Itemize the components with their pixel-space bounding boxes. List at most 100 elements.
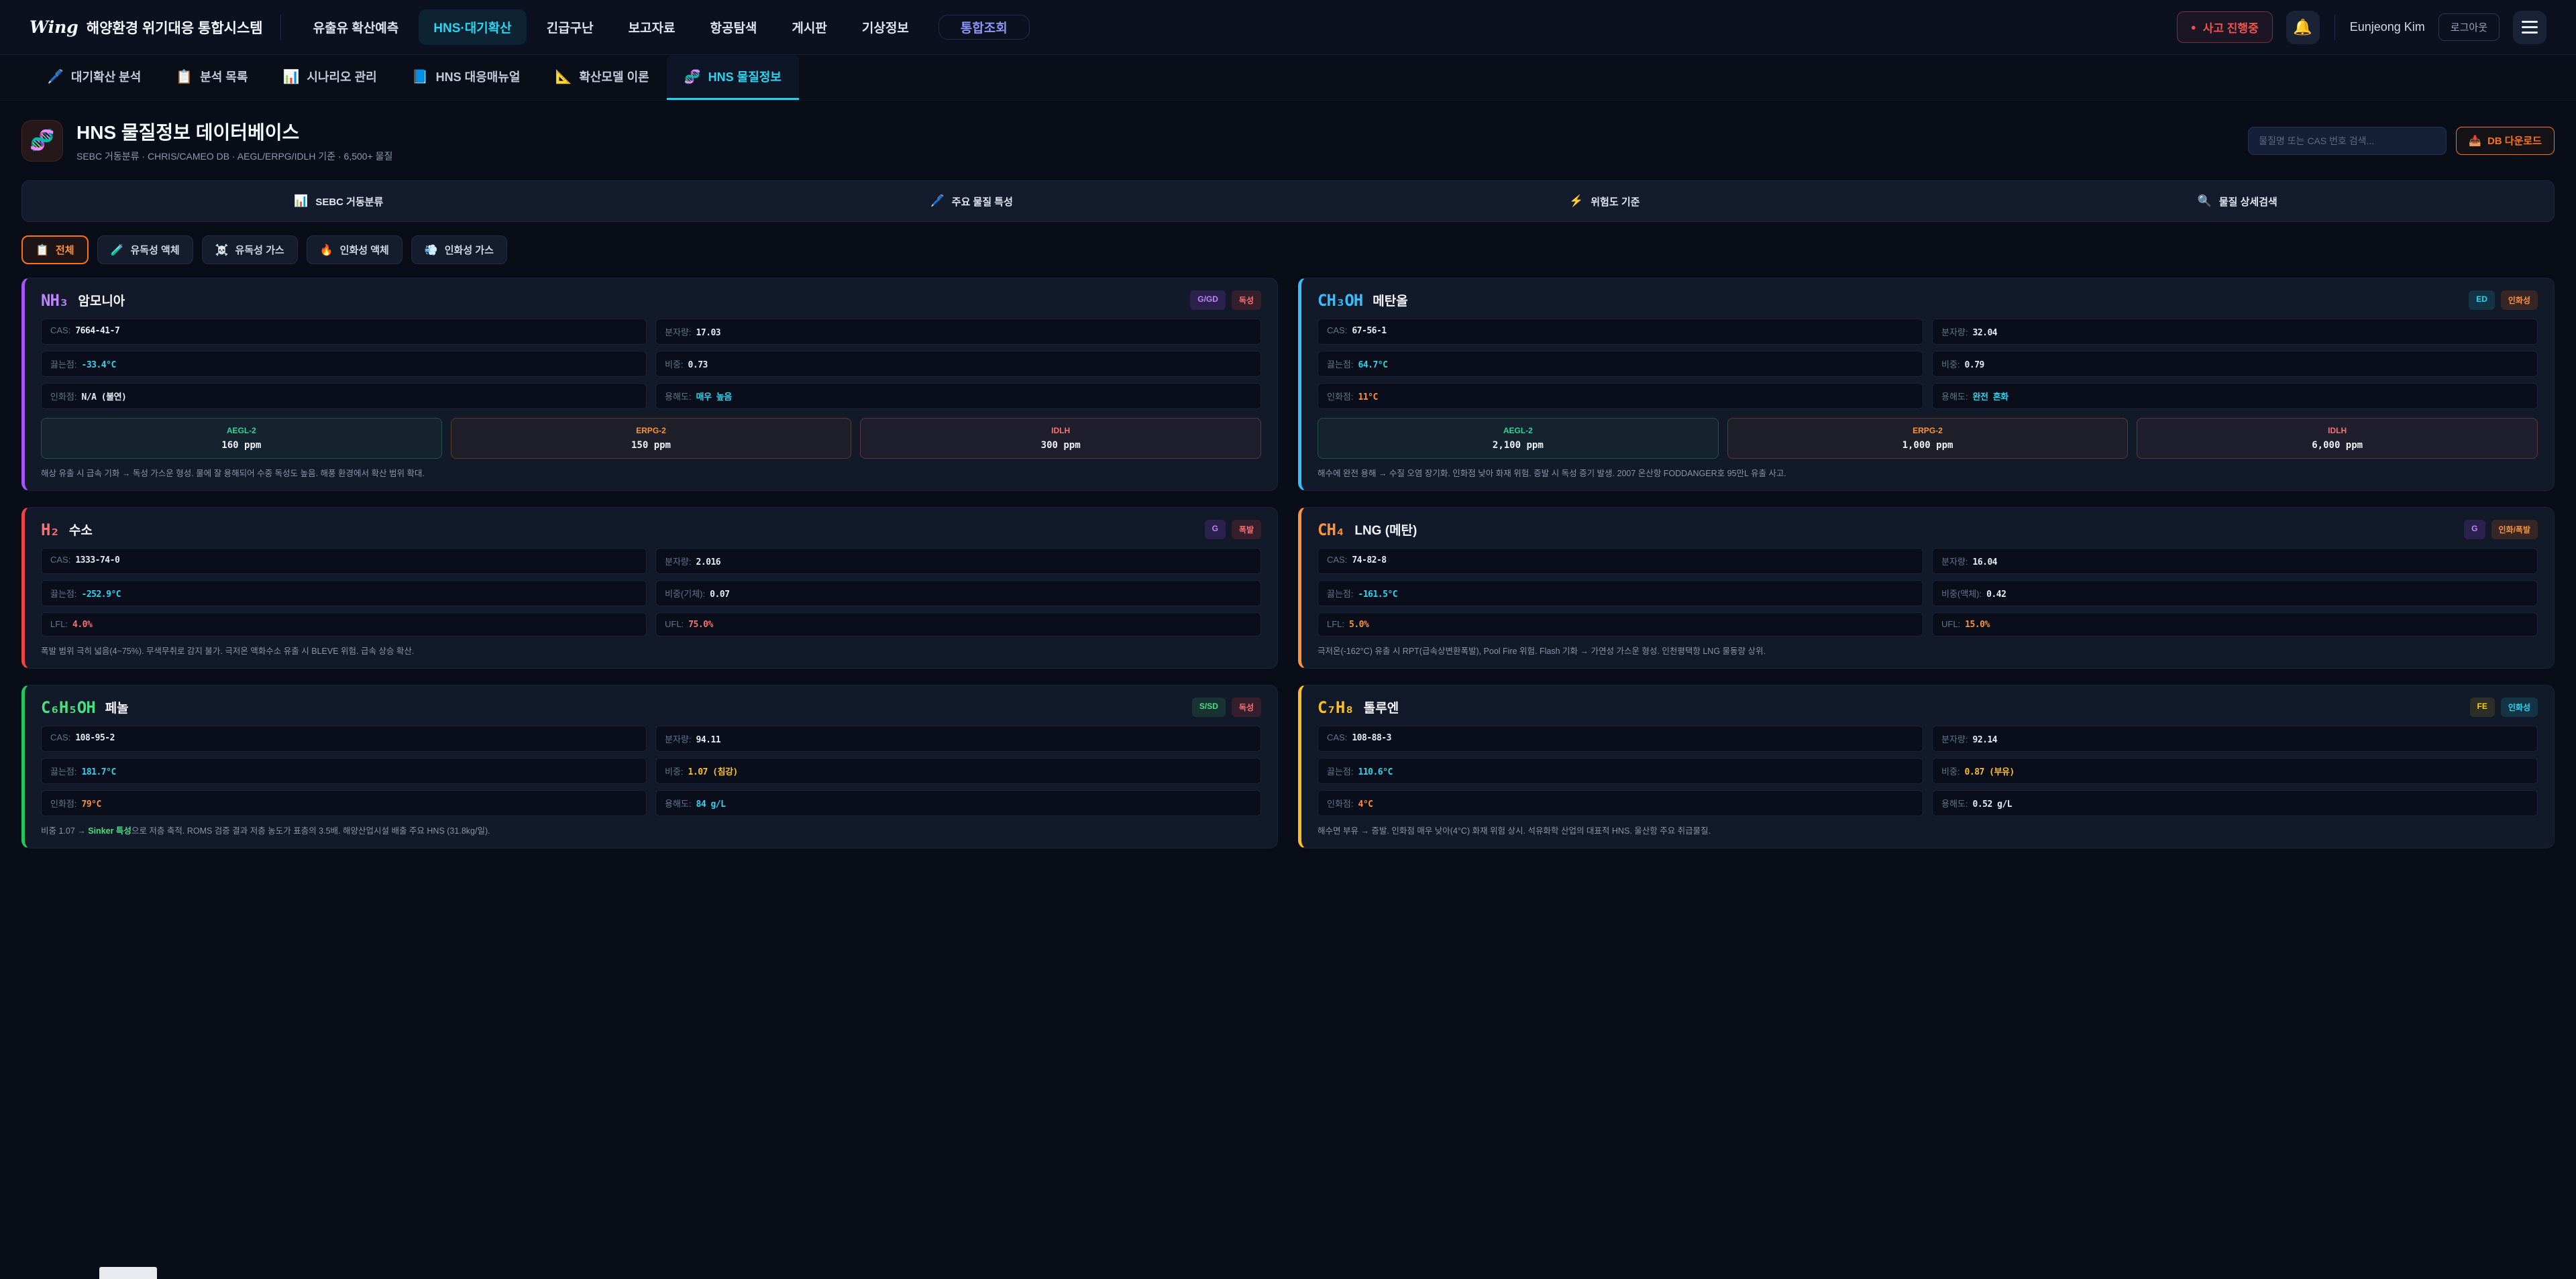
property-field-molweight: 분자량:32.04 <box>1932 319 2538 345</box>
hamburger-icon <box>2522 21 2538 34</box>
field-value: 0.07 <box>710 590 729 600</box>
substance-card-toluene[interactable]: C₇H₈ 톨루엔 FE 인화성 CAS:108-88-3 분자량:92.14 끓… <box>1298 685 2555 848</box>
property-field-molweight: 분자량:94.11 <box>655 726 1261 752</box>
chemical-formula: H₂ <box>41 520 59 539</box>
field-value: 32.04 <box>1973 328 1998 338</box>
subtab-analysis-list[interactable]: 📋 분석 목록 <box>158 55 265 100</box>
field-label: 끓는점: <box>50 765 77 777</box>
filter-chip-all[interactable]: 📋 전체 <box>21 235 89 264</box>
page-header: 🧬 HNS 물질정보 데이터베이스 SEBC 거동분류 · CHRIS/CAME… <box>0 101 2576 175</box>
property-field-solubility: 용해도:84 g/L <box>655 790 1261 816</box>
section-tab-risk-criteria[interactable]: ⚡ 위험도 기준 <box>1288 181 1921 221</box>
card-header: NH₃ 암모니아 G/GD 독성 <box>41 290 1261 310</box>
user-name: Eunjeong Kim <box>2350 20 2425 34</box>
aegl-threshold: AEGL-22,100 ppm <box>1318 418 1719 459</box>
logout-button[interactable]: 로그아웃 <box>2438 13 2500 41</box>
card-header: CH₄ LNG (메탄) G 인화/폭발 <box>1318 520 2538 539</box>
test-tube-icon: 🧪 <box>111 243 124 257</box>
nav-item-oil-spill-prediction[interactable]: 유출유 확산예측 <box>299 9 414 45</box>
topbar-right-cluster: ● 사고 진행중 🔔 Eunjeong Kim 로그아웃 <box>2177 11 2546 44</box>
section-tab-sebc-classification[interactable]: 📊 SEBC 거동분류 <box>22 181 655 221</box>
property-field-ufl: UFL:75.0% <box>655 612 1261 636</box>
substance-card-hydrogen[interactable]: H₂ 수소 G 폭발 CAS:1333-74-0 분자량:2.016 끓는점:-… <box>21 507 1278 669</box>
field-label: CAS: <box>1327 732 1347 742</box>
property-fields: CAS:67-56-1 분자량:32.04 끓는점:64.7°C 비중:0.79… <box>1318 319 2538 409</box>
property-field-boiling-point: 끓는점:-161.5°C <box>1318 580 1923 606</box>
section-tab-key-properties[interactable]: 🖊️ 주요 물질 특성 <box>655 181 1289 221</box>
subtab-diffusion-model-theory[interactable]: 📐 확산모델 이론 <box>537 55 666 100</box>
subtab-label: 분석 목록 <box>200 68 248 85</box>
dna-icon: 🧬 <box>684 68 701 85</box>
field-value: 15.0% <box>1965 620 1990 630</box>
stray-overlay-box <box>99 1267 157 1279</box>
field-value: -252.9°C <box>82 590 121 600</box>
nav-item-emergency-rescue[interactable]: 긴급구난 <box>532 9 608 45</box>
substance-note: 해수에 완전 용해 → 수질 오염 장기화. 인화점 낮아 화재 위험. 증발 … <box>1318 467 2538 480</box>
magnifier-icon: 🔍 <box>2198 194 2212 208</box>
section-tab-detail-search[interactable]: 🔍 물질 상세검색 <box>1921 181 2555 221</box>
filter-chip-flammable-gas[interactable]: 💨 인화성 가스 <box>411 235 507 264</box>
card-header: C₇H₈ 톨루엔 FE 인화성 <box>1318 698 2538 717</box>
idlh-threshold: IDLH 300 ppm <box>860 418 1261 459</box>
subtab-scenario-management[interactable]: 📊 시나리오 관리 <box>265 55 394 100</box>
nav-item-hns-atmospheric[interactable]: HNS·대기확산 <box>419 9 526 45</box>
field-label: 비중(액체): <box>1941 587 1982 600</box>
field-label: 비중: <box>665 357 684 370</box>
page-subtitle: SEBC 거동분류 · CHRIS/CAMEO DB · AEGL/ERPG/I… <box>76 150 392 163</box>
substance-search-input[interactable] <box>2248 127 2447 155</box>
field-value: 67-56-1 <box>1352 326 1386 336</box>
sebc-badge: G <box>2464 520 2485 539</box>
substance-card-lng-methane[interactable]: CH₄ LNG (메탄) G 인화/폭발 CAS:74-82-8 분자량:16.… <box>1298 507 2555 669</box>
chemical-formula: C₇H₈ <box>1318 698 1354 717</box>
menu-button[interactable] <box>2513 11 2546 44</box>
nav-item-weather[interactable]: 기상정보 <box>847 9 924 45</box>
nav-item-aerial-search[interactable]: 항공탐색 <box>695 9 771 45</box>
substance-card-phenol[interactable]: C₆H₅OH 페놀 S/SD 독성 CAS:108-95-2 분자량:94.11… <box>21 685 1278 848</box>
field-label: 비중: <box>665 765 684 777</box>
field-value: 0.73 <box>688 360 708 370</box>
property-field-solubility: 용해도:매우 높음 <box>655 383 1261 409</box>
subtab-hns-substance-info[interactable]: 🧬 HNS 물질정보 <box>667 55 799 100</box>
aegl-threshold: AEGL-2160 ppm <box>41 418 442 459</box>
property-field-boiling-point: 끓는점:181.7°C <box>41 758 647 784</box>
skull-icon: ☠️ <box>215 243 229 257</box>
field-value: 2.016 <box>696 557 721 567</box>
field-value: 5.0% <box>1349 620 1368 630</box>
badge-group: S/SD 독성 <box>1192 698 1261 717</box>
filter-chip-toxic-liquid[interactable]: 🧪 유독성 액체 <box>97 235 193 264</box>
property-field-flash-point: 인화점:11°C <box>1318 383 1923 409</box>
badge-group: FE 인화성 <box>2470 698 2538 717</box>
nav-item-board[interactable]: 게시판 <box>777 9 841 45</box>
threshold-value: 150 ppm <box>631 440 671 451</box>
field-value: 75.0% <box>688 620 713 630</box>
threshold-label: IDLH <box>1051 426 1070 435</box>
field-value: -161.5°C <box>1358 590 1398 600</box>
substance-note: 비중 1.07 → Sinker 특성으로 저층 축적. ROMS 검증 결과 … <box>41 825 1261 837</box>
property-field-molweight: 분자량:17.03 <box>655 319 1261 345</box>
field-value: 완전 혼화 <box>1973 390 2008 402</box>
field-label: 용해도: <box>665 390 692 402</box>
threshold-label: ERPG-2 <box>636 426 666 435</box>
threshold-value: 300 ppm <box>1041 440 1081 451</box>
nav-item-reports[interactable]: 보고자료 <box>614 9 690 45</box>
hazard-badge: 인화성 <box>2501 698 2538 717</box>
db-download-button[interactable]: 📥 DB 다운로드 <box>2456 127 2555 155</box>
notification-button[interactable]: 🔔 <box>2286 11 2320 44</box>
chemical-formula: CH₄ <box>1318 520 1344 539</box>
threshold-value: 160 ppm <box>221 440 261 451</box>
page-title: HNS 물질정보 데이터베이스 <box>76 118 392 145</box>
bar-chart-icon: 📊 <box>294 194 308 208</box>
chip-label: 전체 <box>56 243 74 257</box>
subtab-atmospheric-analysis[interactable]: 🖊️ 대기확산 분석 <box>30 55 158 100</box>
substance-card-methanol[interactable]: CH₃OH 메탄올 ED 인화성 CAS:67-56-1 분자량:32.04 끓… <box>1298 278 2555 491</box>
property-fields: CAS:7664-41-7 분자량:17.03 끓는점:-33.4°C 비중:0… <box>41 319 1261 409</box>
field-label: 끓는점: <box>50 357 77 370</box>
nav-item-integrated-query[interactable]: 통합조회 <box>946 13 1022 44</box>
sebc-badge: FE <box>2470 698 2495 717</box>
subtab-hns-response-manual[interactable]: 📘 HNS 대응매뉴얼 <box>394 55 538 100</box>
substance-card-ammonia[interactable]: NH₃ 암모니아 G/GD 독성 CAS:7664-41-7 분자량:17.03… <box>21 278 1278 491</box>
filter-chip-flammable-liquid[interactable]: 🔥 인화성 액체 <box>307 235 402 264</box>
header-actions: 📥 DB 다운로드 <box>2248 127 2555 155</box>
filter-chip-toxic-gas[interactable]: ☠️ 유독성 가스 <box>202 235 298 264</box>
property-field-molweight: 분자량:92.14 <box>1932 726 2538 752</box>
